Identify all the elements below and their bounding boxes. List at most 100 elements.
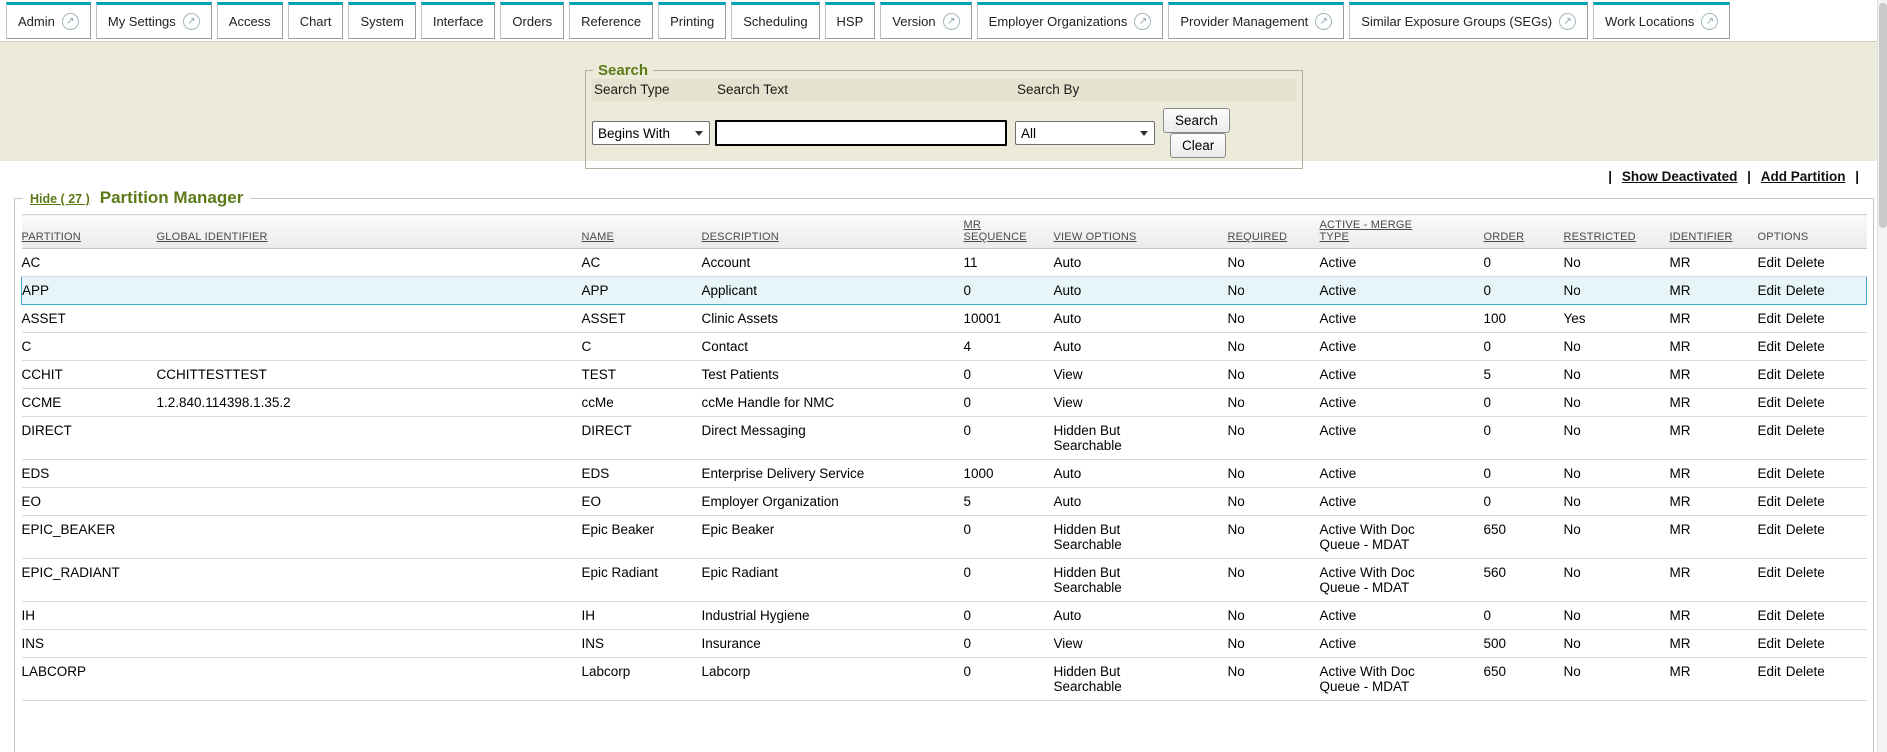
column-header-active_merge_type[interactable]: ACTIVE - MERGETYPE [1320, 215, 1484, 249]
cell-active_merge_type: Active With Doc Queue - MDAT [1320, 559, 1484, 602]
column-header-name[interactable]: NAME [582, 215, 702, 249]
delete-link[interactable]: Delete [1786, 664, 1825, 679]
cell-name: Epic Radiant [582, 559, 702, 602]
delete-link[interactable]: Delete [1786, 522, 1825, 537]
delete-link[interactable]: Delete [1786, 339, 1825, 354]
tab-access[interactable]: Access [217, 2, 283, 39]
scrollbar-thumb[interactable] [1879, 3, 1887, 228]
cell-name: C [582, 333, 702, 361]
column-header-global_identifier[interactable]: GLOBAL IDENTIFIER [157, 215, 582, 249]
edit-link[interactable]: Edit [1758, 367, 1781, 382]
delete-link[interactable]: Delete [1786, 608, 1825, 623]
delete-link[interactable]: Delete [1786, 466, 1825, 481]
edit-link[interactable]: Edit [1758, 311, 1781, 326]
popout-icon[interactable]: ↗ [943, 13, 960, 30]
tab-provider-management[interactable]: Provider Management ↗ [1168, 2, 1344, 39]
popout-icon[interactable]: ↗ [1701, 13, 1718, 30]
popout-icon[interactable]: ↗ [1559, 13, 1576, 30]
tab-similar-exposure-groups-segs[interactable]: Similar Exposure Groups (SEGs) ↗ [1349, 2, 1588, 39]
delete-link[interactable]: Delete [1786, 395, 1825, 410]
add-partition-link[interactable]: Add Partition [1761, 169, 1846, 184]
table-row: EPIC_BEAKEREpic BeakerEpic Beaker0Hidden… [22, 516, 1867, 559]
delete-link[interactable]: Delete [1786, 565, 1825, 580]
cell-active_merge_type: Active [1320, 305, 1484, 333]
table-row: ACACAccount11AutoNoActive0NoMREditDelete [22, 249, 1867, 277]
column-header-restricted[interactable]: RESTRICTED [1564, 215, 1670, 249]
tab-version[interactable]: Version ↗ [880, 2, 971, 39]
hide-link[interactable]: Hide ( 27 ) [30, 192, 90, 206]
edit-link[interactable]: Edit [1758, 395, 1781, 410]
delete-link[interactable]: Delete [1786, 494, 1825, 509]
column-header-description[interactable]: DESCRIPTION [702, 215, 964, 249]
cell-required: No [1228, 516, 1320, 559]
tab-admin[interactable]: Admin ↗ [6, 2, 91, 39]
cell-restricted: No [1564, 333, 1670, 361]
cell-global_identifier [157, 488, 582, 516]
column-header-required[interactable]: REQUIRED [1228, 215, 1320, 249]
show-deactivated-link[interactable]: Show Deactivated [1622, 169, 1738, 184]
search-type-value: Begins With [598, 126, 670, 141]
cell-name: IH [582, 602, 702, 630]
popout-icon[interactable]: ↗ [62, 13, 79, 30]
cell-options: Edit Delete [1758, 488, 1867, 516]
popout-icon[interactable]: ↗ [183, 13, 200, 30]
delete-link[interactable]: Delete [1786, 423, 1825, 438]
edit-link[interactable]: Edit [1758, 466, 1781, 481]
tab-printing[interactable]: Printing [658, 2, 726, 39]
column-header-identifier[interactable]: IDENTIFIER [1670, 215, 1758, 249]
edit-link[interactable]: Edit [1758, 423, 1781, 438]
column-header-order[interactable]: ORDER [1484, 215, 1564, 249]
edit-link[interactable]: Edit [1758, 565, 1781, 580]
edit-link[interactable]: Edit [1758, 339, 1781, 354]
cell-mr_sequence: 0 [964, 630, 1054, 658]
edit-link[interactable]: Edit [1758, 494, 1781, 509]
delete-link[interactable]: Delete [1786, 283, 1825, 298]
delete-link[interactable]: Delete [1786, 367, 1825, 382]
tab-work-locations[interactable]: Work Locations ↗ [1593, 2, 1730, 39]
edit-link[interactable]: Edit [1758, 283, 1781, 298]
edit-link[interactable]: Edit [1758, 608, 1781, 623]
tab-orders[interactable]: Orders [500, 2, 564, 39]
partition-manager-panel: Hide ( 27 ) Partition Manager PARTITIONG… [14, 188, 1874, 752]
cell-mr_sequence: 0 [964, 559, 1054, 602]
clear-button[interactable]: Clear [1170, 133, 1226, 158]
edit-link[interactable]: Edit [1758, 664, 1781, 679]
cell-options: Edit Delete [1758, 305, 1867, 333]
search-legend: Search [593, 62, 653, 79]
edit-link[interactable]: Edit [1758, 255, 1781, 270]
edit-link[interactable]: Edit [1758, 636, 1781, 651]
column-header-view_options[interactable]: VIEW OPTIONS [1054, 215, 1228, 249]
column-header-mr_sequence[interactable]: MRSEQUENCE [964, 215, 1054, 249]
cell-order: 560 [1484, 559, 1564, 602]
tab-scheduling[interactable]: Scheduling [731, 2, 819, 39]
column-header-partition[interactable]: PARTITION [22, 215, 157, 249]
tab-chart[interactable]: Chart [288, 2, 344, 39]
tab-hsp[interactable]: HSP [825, 2, 876, 39]
tab-interface[interactable]: Interface [421, 2, 496, 39]
cell-restricted: No [1564, 516, 1670, 559]
search-by-value: All [1021, 126, 1036, 141]
edit-link[interactable]: Edit [1758, 522, 1781, 537]
search-by-select[interactable]: All [1015, 121, 1155, 145]
delete-link[interactable]: Delete [1786, 255, 1825, 270]
delete-link[interactable]: Delete [1786, 311, 1825, 326]
tab-system[interactable]: System [348, 2, 415, 39]
cell-required: No [1228, 389, 1320, 417]
cell-mr_sequence: 0 [964, 277, 1054, 305]
cell-name: ccMe [582, 389, 702, 417]
search-text-input[interactable] [715, 120, 1007, 146]
table-row: CCME1.2.840.114398.1.35.2ccMeccMe Handle… [22, 389, 1867, 417]
search-type-select[interactable]: Begins With [592, 121, 710, 145]
cell-restricted: No [1564, 630, 1670, 658]
vertical-scrollbar[interactable] [1877, 0, 1887, 752]
cell-restricted: No [1564, 389, 1670, 417]
cell-description: Clinic Assets [702, 305, 964, 333]
popout-icon[interactable]: ↗ [1315, 13, 1332, 30]
table-row: DIRECTDIRECTDirect Messaging0Hidden But … [22, 417, 1867, 460]
tab-reference[interactable]: Reference [569, 2, 653, 39]
search-button[interactable]: Search [1163, 108, 1230, 133]
delete-link[interactable]: Delete [1786, 636, 1825, 651]
tab-employer-organizations[interactable]: Employer Organizations ↗ [977, 2, 1164, 39]
tab-my-settings[interactable]: My Settings ↗ [96, 2, 212, 39]
popout-icon[interactable]: ↗ [1134, 13, 1151, 30]
